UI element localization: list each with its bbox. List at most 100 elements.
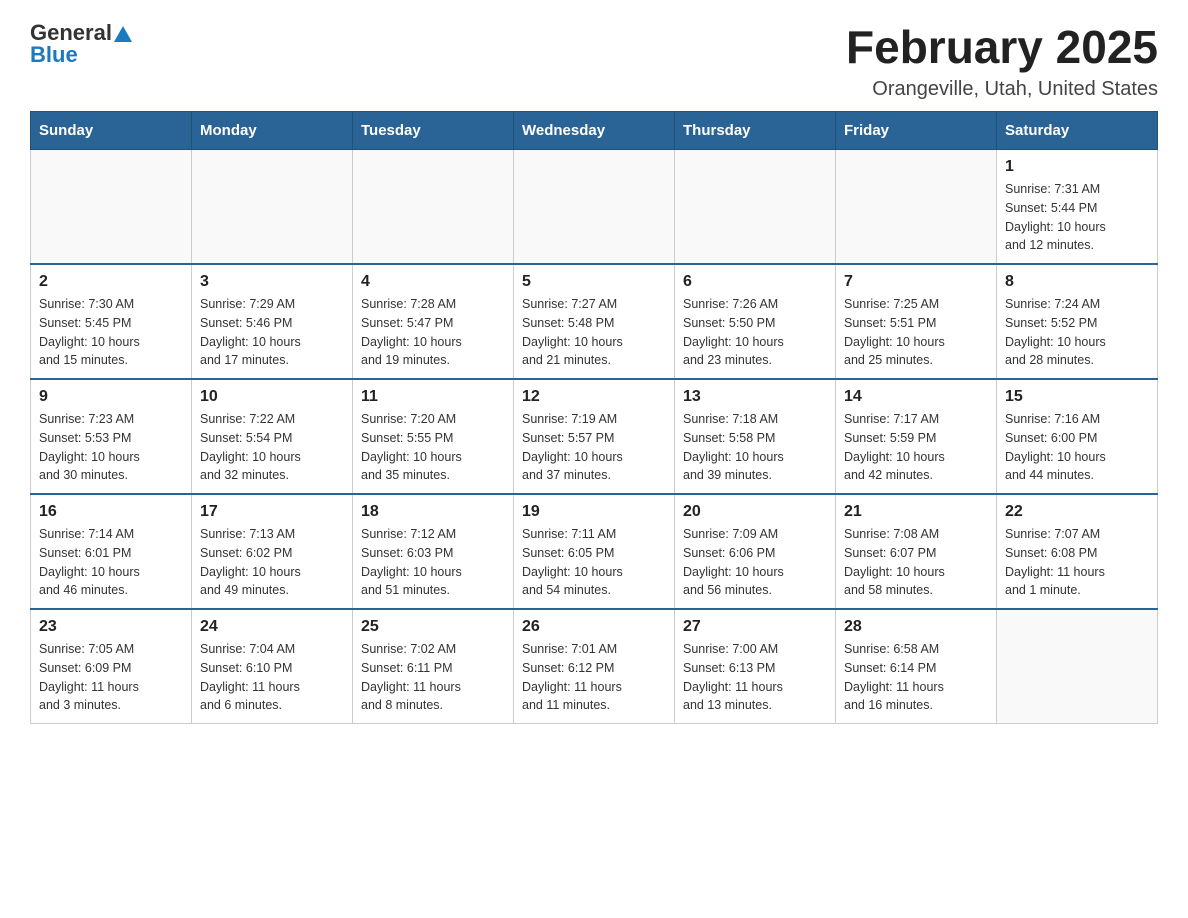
calendar-day-cell: 6 Sunrise: 7:26 AM Sunset: 5:50 PM Daylig… [675, 264, 836, 379]
logo: General Blue [30, 20, 132, 68]
calendar-day-cell: 23 Sunrise: 7:05 AM Sunset: 6:09 PM Dayli… [31, 609, 192, 724]
col-sunday: Sunday [31, 112, 192, 150]
day-info: Sunrise: 7:28 AM Sunset: 5:47 PM Dayligh… [361, 295, 505, 370]
day-info: Sunrise: 7:07 AM Sunset: 6:08 PM Dayligh… [1005, 525, 1149, 600]
day-number: 27 [683, 618, 827, 636]
day-info: Sunrise: 7:11 AM Sunset: 6:05 PM Dayligh… [522, 525, 666, 600]
day-info: Sunrise: 7:02 AM Sunset: 6:11 PM Dayligh… [361, 640, 505, 715]
day-info: Sunrise: 7:05 AM Sunset: 6:09 PM Dayligh… [39, 640, 183, 715]
day-info: Sunrise: 7:16 AM Sunset: 6:00 PM Dayligh… [1005, 410, 1149, 485]
day-number: 18 [361, 503, 505, 521]
calendar-day-cell: 24Sunrise: 7:04 AM Sunset: 6:10 PM Dayli… [192, 609, 353, 724]
day-info: Sunrise: 7:17 AM Sunset: 5:59 PM Dayligh… [844, 410, 988, 485]
day-info: Sunrise: 7:20 AM Sunset: 5:55 PM Dayligh… [361, 410, 505, 485]
calendar-day-cell [192, 150, 353, 265]
day-info: Sunrise: 7:14 AM Sunset: 6:01 PM Dayligh… [39, 525, 183, 600]
day-number: 3 [200, 273, 344, 291]
logo-blue-text: Blue [30, 42, 78, 68]
col-tuesday: Tuesday [353, 112, 514, 150]
calendar-week-row: 23 Sunrise: 7:05 AM Sunset: 6:09 PM Dayli… [31, 609, 1158, 724]
day-number: 19 [522, 503, 666, 521]
day-number: 12 [522, 388, 666, 406]
day-number: 6 [683, 273, 827, 291]
calendar-day-cell [353, 150, 514, 265]
col-friday: Friday [836, 112, 997, 150]
day-info: Sunrise: 6:58 AM Sunset: 6:14 PM Dayligh… [844, 640, 988, 715]
logo-triangle-icon [114, 24, 132, 42]
calendar-day-cell: 15 Sunrise: 7:16 AM Sunset: 6:00 PM Dayli… [997, 379, 1158, 494]
title-area: February 2025 Orangeville, Utah, United … [846, 20, 1158, 101]
day-number: 8 [1005, 273, 1149, 291]
calendar-week-row: 2 Sunrise: 7:30 AM Sunset: 5:45 PM Daylig… [31, 264, 1158, 379]
calendar-day-cell: 1 Sunrise: 7:31 AM Sunset: 5:44 PM Daylig… [997, 150, 1158, 265]
day-number: 28 [844, 618, 988, 636]
day-number: 23 [39, 618, 183, 636]
day-number: 16 [39, 503, 183, 521]
day-number: 10 [200, 388, 344, 406]
calendar-week-row: 1 Sunrise: 7:31 AM Sunset: 5:44 PM Daylig… [31, 150, 1158, 265]
calendar-day-cell [997, 609, 1158, 724]
page-subtitle: Orangeville, Utah, United States [846, 78, 1158, 101]
calendar-day-cell: 7 Sunrise: 7:25 AM Sunset: 5:51 PM Daylig… [836, 264, 997, 379]
day-number: 7 [844, 273, 988, 291]
calendar-day-cell: 17Sunrise: 7:13 AM Sunset: 6:02 PM Dayli… [192, 494, 353, 609]
calendar-day-cell: 20Sunrise: 7:09 AM Sunset: 6:06 PM Dayli… [675, 494, 836, 609]
calendar-day-cell: 28 Sunrise: 6:58 AM Sunset: 6:14 PM Dayli… [836, 609, 997, 724]
calendar-day-cell: 9 Sunrise: 7:23 AM Sunset: 5:53 PM Daylig… [31, 379, 192, 494]
calendar-day-cell: 16 Sunrise: 7:14 AM Sunset: 6:01 PM Dayli… [31, 494, 192, 609]
calendar-header-row: Sunday Monday Tuesday Wednesday Thursday… [31, 112, 1158, 150]
calendar-day-cell: 4 Sunrise: 7:28 AM Sunset: 5:47 PM Daylig… [353, 264, 514, 379]
day-number: 1 [1005, 158, 1149, 176]
calendar-week-row: 16 Sunrise: 7:14 AM Sunset: 6:01 PM Dayli… [31, 494, 1158, 609]
calendar-day-cell: 12Sunrise: 7:19 AM Sunset: 5:57 PM Dayli… [514, 379, 675, 494]
day-number: 13 [683, 388, 827, 406]
day-info: Sunrise: 7:18 AM Sunset: 5:58 PM Dayligh… [683, 410, 827, 485]
day-number: 24 [200, 618, 344, 636]
calendar-day-cell [514, 150, 675, 265]
calendar-day-cell: 26 Sunrise: 7:01 AM Sunset: 6:12 PM Dayli… [514, 609, 675, 724]
day-info: Sunrise: 7:29 AM Sunset: 5:46 PM Dayligh… [200, 295, 344, 370]
calendar-day-cell: 2 Sunrise: 7:30 AM Sunset: 5:45 PM Daylig… [31, 264, 192, 379]
calendar-day-cell [675, 150, 836, 265]
day-info: Sunrise: 7:27 AM Sunset: 5:48 PM Dayligh… [522, 295, 666, 370]
col-thursday: Thursday [675, 112, 836, 150]
calendar-day-cell: 13 Sunrise: 7:18 AM Sunset: 5:58 PM Dayli… [675, 379, 836, 494]
day-info: Sunrise: 7:22 AM Sunset: 5:54 PM Dayligh… [200, 410, 344, 485]
calendar-day-cell: 14Sunrise: 7:17 AM Sunset: 5:59 PM Dayli… [836, 379, 997, 494]
calendar-day-cell: 10 Sunrise: 7:22 AM Sunset: 5:54 PM Dayli… [192, 379, 353, 494]
calendar-day-cell [836, 150, 997, 265]
col-wednesday: Wednesday [514, 112, 675, 150]
calendar-day-cell: 27 Sunrise: 7:00 AM Sunset: 6:13 PM Dayli… [675, 609, 836, 724]
day-number: 2 [39, 273, 183, 291]
calendar-day-cell: 11Sunrise: 7:20 AM Sunset: 5:55 PM Dayli… [353, 379, 514, 494]
day-info: Sunrise: 7:23 AM Sunset: 5:53 PM Dayligh… [39, 410, 183, 485]
calendar-day-cell: 19 Sunrise: 7:11 AM Sunset: 6:05 PM Dayli… [514, 494, 675, 609]
day-info: Sunrise: 7:08 AM Sunset: 6:07 PM Dayligh… [844, 525, 988, 600]
day-info: Sunrise: 7:01 AM Sunset: 6:12 PM Dayligh… [522, 640, 666, 715]
day-number: 21 [844, 503, 988, 521]
day-info: Sunrise: 7:24 AM Sunset: 5:52 PM Dayligh… [1005, 295, 1149, 370]
calendar-day-cell: 22Sunrise: 7:07 AM Sunset: 6:08 PM Dayli… [997, 494, 1158, 609]
day-info: Sunrise: 7:13 AM Sunset: 6:02 PM Dayligh… [200, 525, 344, 600]
calendar-table: Sunday Monday Tuesday Wednesday Thursday… [30, 111, 1158, 724]
day-info: Sunrise: 7:12 AM Sunset: 6:03 PM Dayligh… [361, 525, 505, 600]
day-info: Sunrise: 7:00 AM Sunset: 6:13 PM Dayligh… [683, 640, 827, 715]
calendar-day-cell [31, 150, 192, 265]
day-info: Sunrise: 7:30 AM Sunset: 5:45 PM Dayligh… [39, 295, 183, 370]
calendar-day-cell: 5 Sunrise: 7:27 AM Sunset: 5:48 PM Daylig… [514, 264, 675, 379]
page-header: General Blue February 2025 Orangeville, … [30, 20, 1158, 101]
calendar-day-cell: 3 Sunrise: 7:29 AM Sunset: 5:46 PM Daylig… [192, 264, 353, 379]
day-number: 5 [522, 273, 666, 291]
day-info: Sunrise: 7:25 AM Sunset: 5:51 PM Dayligh… [844, 295, 988, 370]
day-number: 15 [1005, 388, 1149, 406]
day-number: 9 [39, 388, 183, 406]
col-saturday: Saturday [997, 112, 1158, 150]
day-info: Sunrise: 7:26 AM Sunset: 5:50 PM Dayligh… [683, 295, 827, 370]
day-info: Sunrise: 7:09 AM Sunset: 6:06 PM Dayligh… [683, 525, 827, 600]
calendar-day-cell: 25Sunrise: 7:02 AM Sunset: 6:11 PM Dayli… [353, 609, 514, 724]
day-info: Sunrise: 7:31 AM Sunset: 5:44 PM Dayligh… [1005, 180, 1149, 255]
day-number: 4 [361, 273, 505, 291]
calendar-day-cell: 18 Sunrise: 7:12 AM Sunset: 6:03 PM Dayli… [353, 494, 514, 609]
day-number: 26 [522, 618, 666, 636]
page-title: February 2025 [846, 20, 1158, 74]
